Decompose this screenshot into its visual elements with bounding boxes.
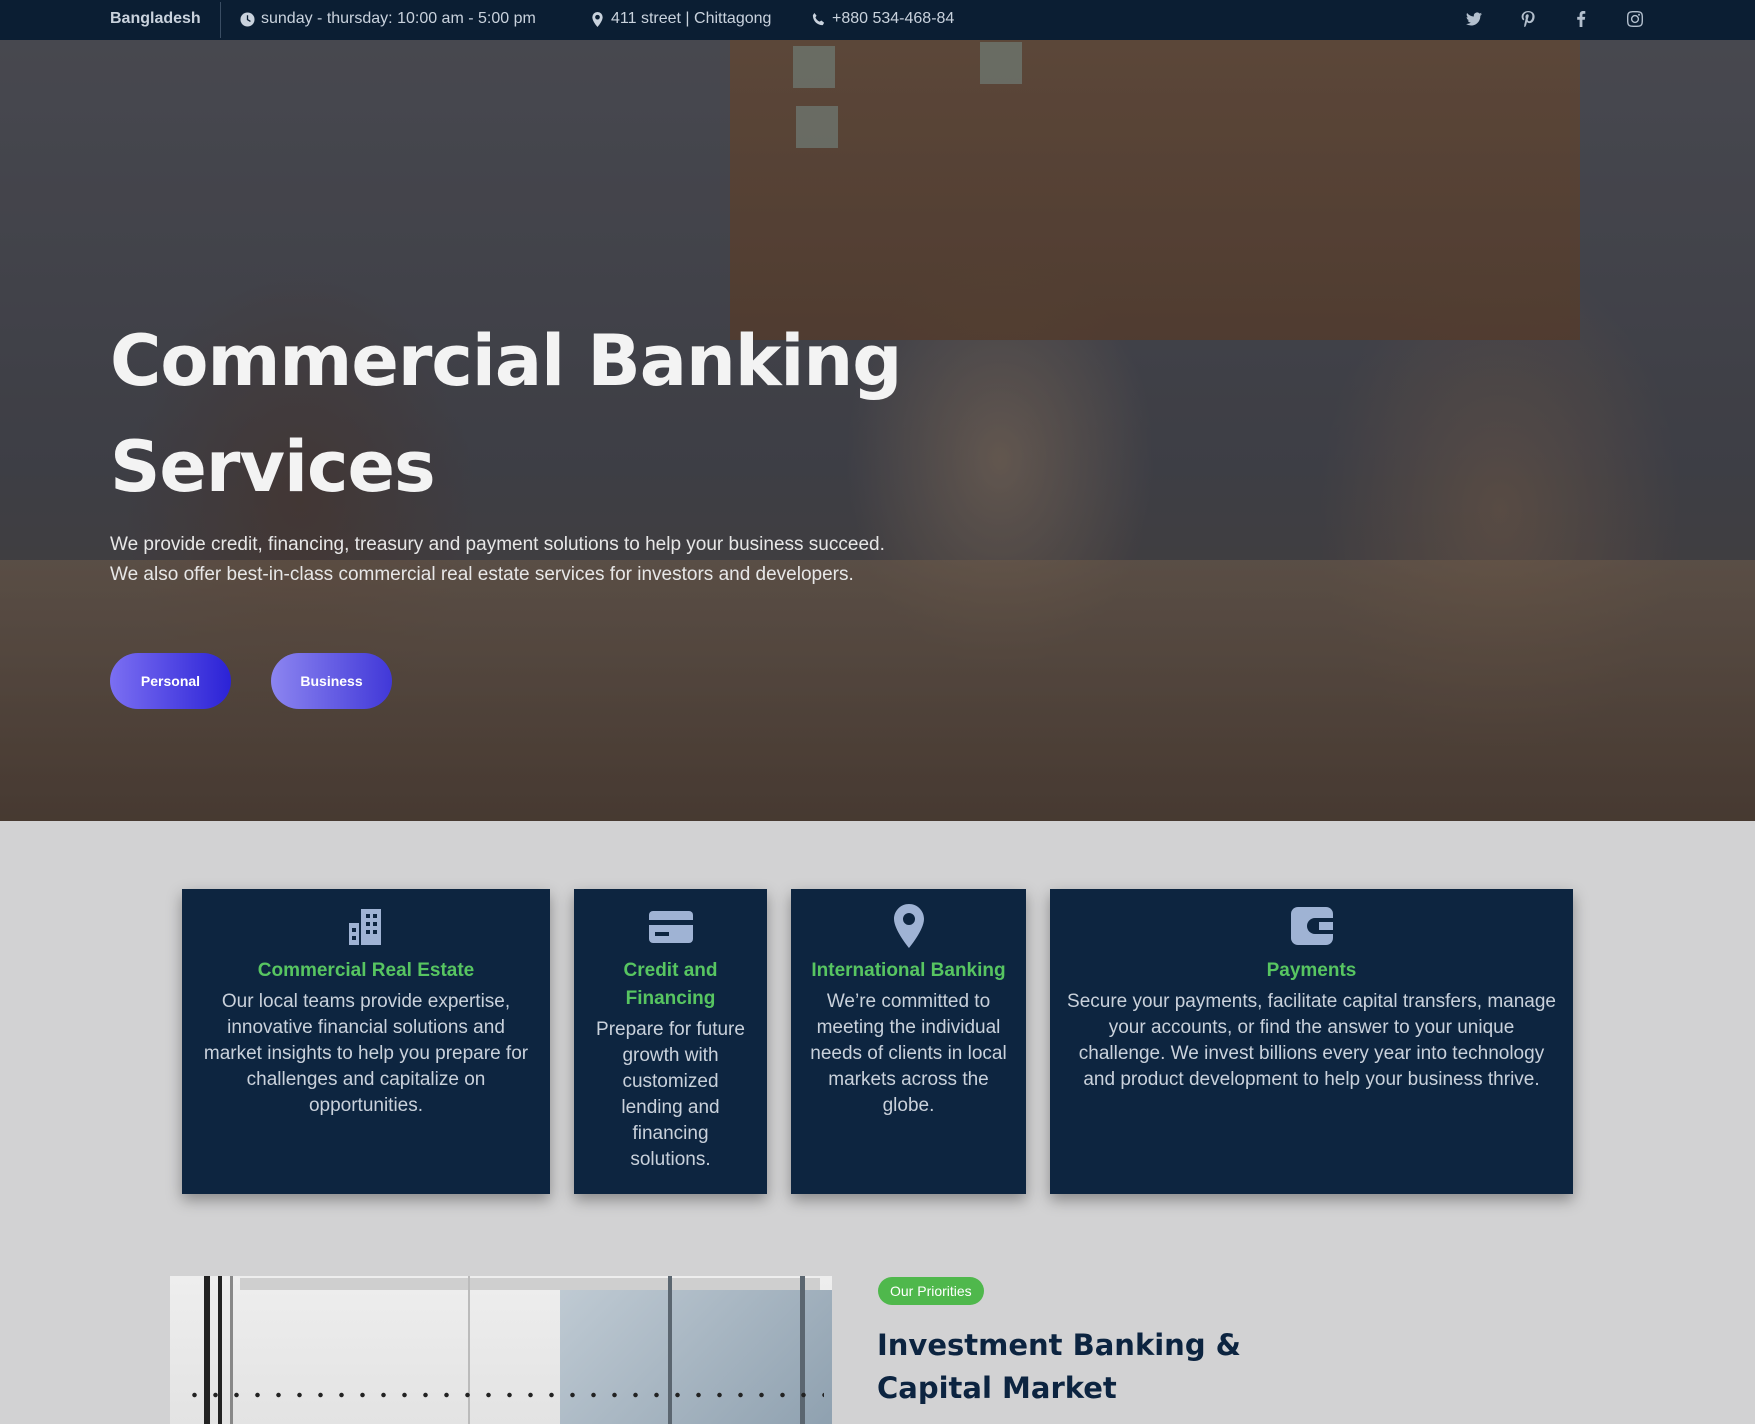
card-description: Secure your payments, facilitate capital… bbox=[1067, 991, 1556, 1090]
clock-icon bbox=[240, 11, 255, 27]
photo-window bbox=[560, 1290, 832, 1424]
address-info: 411 street | Chittagong bbox=[590, 10, 771, 28]
photo-detail bbox=[240, 1278, 820, 1290]
building-icon bbox=[343, 903, 389, 949]
card-title: Commercial Real Estate bbox=[257, 960, 475, 981]
top-bar: Bangladesh sunday - thursday: 10:00 am -… bbox=[0, 0, 1755, 40]
card-title: Credit and Financing bbox=[623, 960, 718, 1009]
photo-detail bbox=[800, 1276, 805, 1424]
photo-detail bbox=[218, 1276, 222, 1424]
photo-detail bbox=[204, 1276, 210, 1424]
photo-detail bbox=[230, 1276, 233, 1424]
card-title: International Banking bbox=[811, 960, 1006, 981]
card-description: Our local teams provide expertise, innov… bbox=[203, 991, 529, 1116]
credit-card-icon bbox=[648, 903, 694, 949]
service-card-international-banking[interactable]: International Banking We’re committed to… bbox=[791, 889, 1026, 1194]
service-card-credit-financing[interactable]: Credit and Financing Prepare for future … bbox=[574, 889, 767, 1194]
photo-detail bbox=[184, 1392, 824, 1398]
photo-detail bbox=[668, 1276, 672, 1424]
hero-section: Commercial Banking Services We provide c… bbox=[0, 40, 1755, 821]
card-description: Prepare for future growth with customize… bbox=[596, 1019, 745, 1170]
phone-text[interactable]: +880 534-468-84 bbox=[832, 10, 954, 28]
location-pin-icon bbox=[592, 11, 603, 27]
hours-text: sunday - thursday: 10:00 am - 5:00 pm bbox=[261, 10, 536, 27]
personal-button[interactable]: Personal bbox=[110, 653, 231, 709]
service-card-payments[interactable]: Payments Secure your payments, facilitat… bbox=[1050, 889, 1573, 1194]
hero-title: Commercial Banking Services bbox=[110, 320, 902, 508]
hero-description: We provide credit, financing, treasury a… bbox=[110, 534, 885, 585]
business-button[interactable]: Business bbox=[271, 653, 392, 709]
service-card-commercial-real-estate[interactable]: Commercial Real Estate Our local teams p… bbox=[182, 889, 550, 1194]
section-title: Investment Banking & Capital Market bbox=[877, 1328, 1241, 1405]
section-badge: Our Priorities bbox=[878, 1277, 984, 1305]
country-label: Bangladesh bbox=[110, 10, 201, 27]
card-description: We’re committed to meeting the individua… bbox=[810, 991, 1007, 1116]
photo-detail bbox=[468, 1276, 470, 1424]
facebook-icon[interactable] bbox=[1571, 9, 1591, 29]
twitter-icon[interactable] bbox=[1464, 9, 1484, 29]
wallet-icon bbox=[1289, 903, 1335, 949]
hours-info: sunday - thursday: 10:00 am - 5:00 pm bbox=[240, 10, 536, 28]
office-photo bbox=[170, 1276, 832, 1424]
instagram-icon[interactable] bbox=[1625, 9, 1645, 29]
phone-icon bbox=[812, 12, 825, 25]
divider bbox=[220, 2, 221, 38]
card-title: Payments bbox=[1266, 960, 1357, 981]
address-text: 411 street | Chittagong bbox=[611, 10, 772, 27]
phone-info: +880 534-468-84 bbox=[811, 10, 954, 28]
pinterest-icon[interactable] bbox=[1518, 9, 1538, 29]
location-pin-icon bbox=[886, 903, 932, 949]
